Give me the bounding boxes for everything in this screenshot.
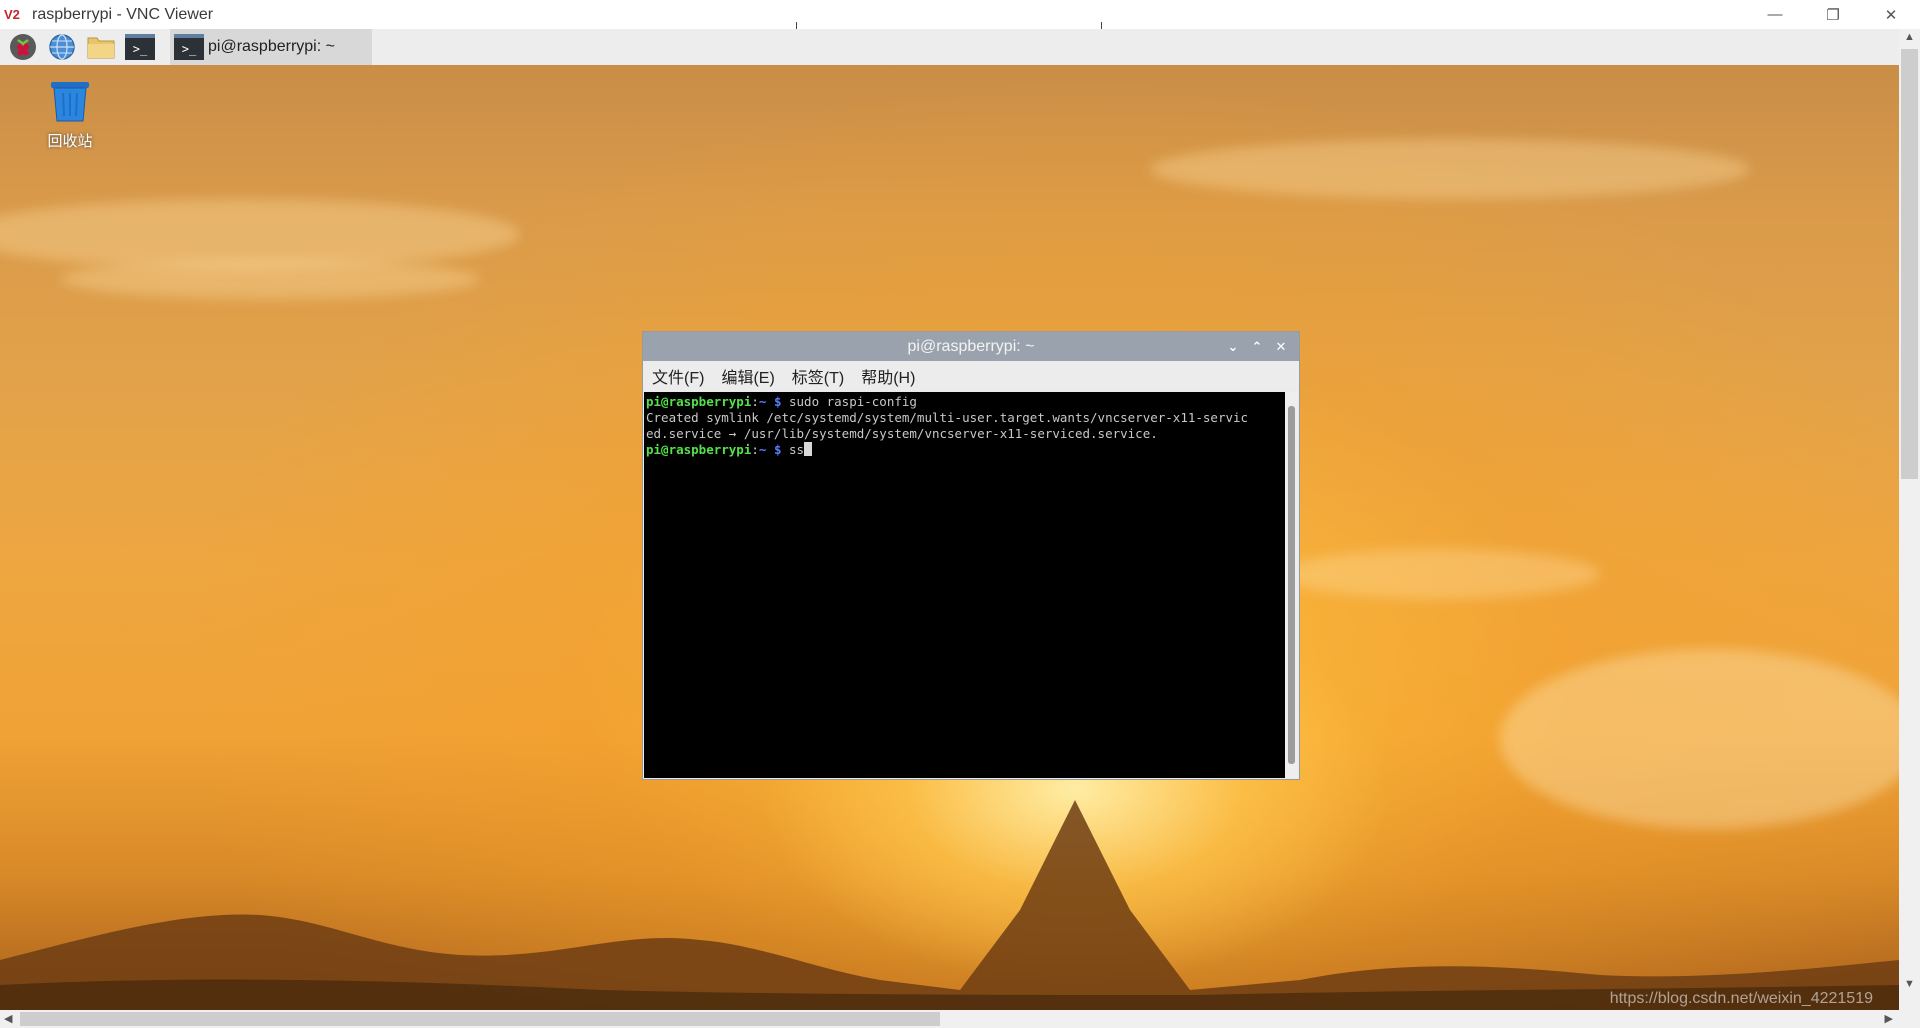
restore-button[interactable]: ❐ [1804,0,1862,29]
terminal-launcher-icon[interactable]: >_ [124,32,156,62]
terminal-maximize-button[interactable]: ⌃ [1245,339,1269,355]
terminal-line: ed.service → /usr/lib/systemd/system/vnc… [646,426,1158,441]
scroll-left-arrow-icon[interactable]: ◀ [4,1012,12,1025]
scrollbar-corner [1899,1010,1920,1028]
vnc-logo-icon: V2 [4,6,20,22]
taskbar-terminal-button[interactable]: >_ pi@raspberrypi: ~ [170,29,372,65]
horizontal-scrollbar[interactable]: ◀ ▶ [0,1010,1899,1028]
menu-help[interactable]: 帮助(H) [861,364,915,388]
scroll-down-arrow-icon[interactable]: ▼ [1904,978,1915,990]
remote-desktop[interactable]: >_ >_ pi@raspberrypi: ~ 回收站 pi@raspberry… [0,29,1899,1010]
terminal-line: pi@raspberrypi:~ $ ss [646,442,1284,458]
menu-tabs[interactable]: 标签(T) [792,364,844,388]
terminal-menubar: 文件(F) 编辑(E) 标签(T) 帮助(H) [643,361,1299,391]
top-panel: >_ >_ pi@raspberrypi: ~ [0,29,1899,65]
terminal-scrollbar-thumb[interactable] [1288,406,1295,764]
file-manager-icon[interactable] [85,32,117,62]
minimize-button[interactable]: — [1746,0,1804,29]
terminal-icon: >_ [174,34,204,60]
window-title: raspberrypi - VNC Viewer [32,5,214,23]
window-controls: — ❐ ✕ [1746,0,1920,29]
taskbar-terminal-label: pi@raspberrypi: ~ [208,38,335,55]
trash-label: 回收站 [47,133,93,150]
terminal-output[interactable]: pi@raspberrypi:~ $ sudo raspi-config Crea… [644,392,1286,778]
horizontal-scrollbar-thumb[interactable] [20,1012,940,1026]
terminal-title: pi@raspberrypi: ~ [907,337,1035,355]
close-button[interactable]: ✕ [1862,0,1920,29]
mountain-silhouette [0,800,1899,1010]
vertical-scrollbar[interactable]: ▲ ▼ [1899,29,1920,1010]
vertical-scrollbar-thumb[interactable] [1901,49,1918,479]
terminal-titlebar[interactable]: pi@raspberrypi: ~ ⌄ ⌃ ✕ [643,332,1299,361]
trash-icon [51,82,89,122]
terminal-line: Created symlink /etc/systemd/system/mult… [646,410,1249,425]
scroll-right-arrow-icon[interactable]: ▶ [1885,1012,1893,1025]
watermark: https://blog.csdn.net/weixin_4221519 [1609,990,1873,1007]
terminal-scrollbar[interactable] [1285,392,1298,778]
raspberry-menu-icon[interactable] [7,32,39,62]
terminal-window: pi@raspberrypi: ~ ⌄ ⌃ ✕ 文件(F) 编辑(E) 标签(T… [642,331,1300,780]
scroll-up-arrow-icon[interactable]: ▲ [1904,31,1915,43]
menu-edit[interactable]: 编辑(E) [721,364,774,388]
desktop-trash[interactable]: 回收站 [36,79,104,151]
text-cursor [804,442,813,456]
menu-file[interactable]: 文件(F) [652,364,704,388]
terminal-close-button[interactable]: ✕ [1269,339,1293,355]
terminal-minimize-button[interactable]: ⌄ [1221,339,1245,355]
terminal-line: pi@raspberrypi:~ $ sudo raspi-config [646,394,917,409]
web-browser-icon[interactable] [46,32,78,62]
